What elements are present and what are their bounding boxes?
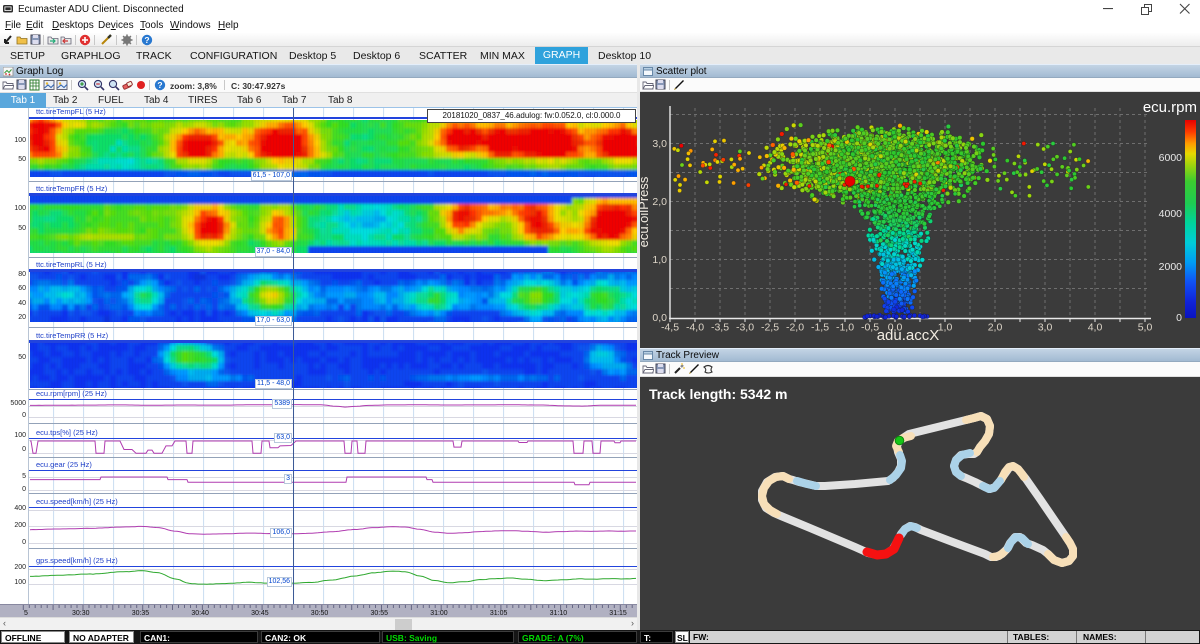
svg-text:0,0: 0,0 xyxy=(652,312,667,324)
svg-text:-2,5: -2,5 xyxy=(761,322,779,334)
svg-text:-1,5: -1,5 xyxy=(811,322,829,334)
svg-text:adu.accX: adu.accX xyxy=(877,327,940,344)
svg-text:2,0: 2,0 xyxy=(988,322,1003,334)
svg-text:0: 0 xyxy=(1176,312,1182,324)
svg-text:2,0: 2,0 xyxy=(652,196,667,208)
svg-text:1,0: 1,0 xyxy=(938,322,953,334)
svg-text:3,0: 3,0 xyxy=(652,138,667,150)
svg-text:-2,0: -2,0 xyxy=(786,322,804,334)
svg-text:-3,0: -3,0 xyxy=(736,322,754,334)
svg-text:2000: 2000 xyxy=(1159,261,1183,273)
svg-text:3,0: 3,0 xyxy=(1038,322,1053,334)
svg-text:4000: 4000 xyxy=(1159,208,1183,220)
svg-text:4,0: 4,0 xyxy=(1088,322,1103,334)
svg-text:-3,5: -3,5 xyxy=(711,322,729,334)
svg-text:-4,0: -4,0 xyxy=(686,322,704,334)
svg-text:6000: 6000 xyxy=(1159,152,1183,164)
svg-text:5,0: 5,0 xyxy=(1138,322,1153,334)
svg-text:ecu.oilPress: ecu.oilPress xyxy=(640,176,651,247)
svg-text:1,0: 1,0 xyxy=(652,254,667,266)
svg-text:ecu.rpm: ecu.rpm xyxy=(1143,99,1197,116)
svg-text:-1,0: -1,0 xyxy=(836,322,854,334)
